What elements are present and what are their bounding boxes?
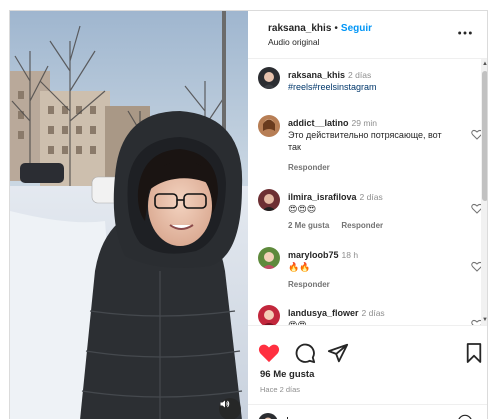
more-horizontal-icon[interactable]	[457, 29, 473, 37]
list-item: landusya_flower 2 días 😍😍	[258, 305, 483, 325]
avatar[interactable]	[258, 305, 280, 325]
reply-button[interactable]: Responder	[288, 280, 330, 289]
caption-text: raksana_khis 2 días #reels#reelsinstagram	[288, 69, 448, 93]
avatar[interactable]	[258, 115, 280, 137]
comment-body: 😍😍😍	[288, 204, 317, 214]
comment-username[interactable]: landusya_flower	[288, 308, 359, 318]
reel-video[interactable]	[10, 11, 248, 419]
list-item: maryloob75 18 h 🔥🔥 Responder	[258, 247, 483, 295]
comment-meta: 2 Me gusta Responder	[288, 221, 395, 230]
comments-scrollbar[interactable]: ▲ ▼	[481, 59, 487, 325]
audio-link[interactable]: Audio original	[268, 37, 320, 47]
scroll-down-arrow-icon[interactable]: ▼	[482, 316, 487, 324]
comment-username[interactable]: raksana_khis	[288, 70, 345, 80]
avatar[interactable]	[258, 247, 280, 269]
comment-input[interactable]	[286, 415, 446, 419]
likes-count[interactable]: 96 Me gusta	[260, 369, 314, 380]
bookmark-icon[interactable]	[465, 342, 483, 364]
comment-composer	[248, 404, 487, 419]
comment-username[interactable]: maryloob75	[288, 250, 339, 260]
comment-meta: Responder	[288, 280, 342, 289]
scroll-up-arrow-icon[interactable]: ▲	[482, 60, 487, 68]
comment-username[interactable]: addict__latino	[288, 118, 349, 128]
comments-list[interactable]: raksana_khis 2 días #reels#reelsinstagram…	[248, 59, 487, 325]
author-username[interactable]: raksana_khis	[268, 23, 331, 34]
comment-text: maryloob75 18 h 🔥🔥	[288, 249, 448, 273]
comment-text: ilmira_israfilova 2 días 😍😍😍	[288, 191, 448, 215]
heart-filled-icon[interactable]	[258, 342, 280, 364]
comment-time: 29 min	[351, 118, 378, 128]
comment-text: addict__latino 29 min Это действительно п…	[288, 117, 448, 153]
header-line: raksana_khis • Seguir	[268, 23, 372, 34]
send-icon[interactable]	[327, 342, 349, 364]
reply-button[interactable]: Responder	[341, 221, 383, 230]
avatar	[258, 413, 278, 419]
comment-icon[interactable]	[294, 342, 316, 364]
comment-time: 2 días	[359, 192, 383, 202]
comment-text: landusya_flower 2 días 😍😍	[288, 307, 448, 325]
likes-count[interactable]: 2 Me gusta	[288, 221, 329, 230]
post-header: raksana_khis • Seguir Audio original	[248, 11, 487, 59]
comment-time: 2 días	[361, 308, 385, 318]
avatar[interactable]	[258, 189, 280, 211]
post-details-panel: raksana_khis • Seguir Audio original raksa…	[248, 11, 487, 419]
mute-toggle[interactable]	[219, 398, 241, 419]
avatar[interactable]	[258, 67, 280, 89]
separator: •	[334, 23, 338, 34]
post-dialog: raksana_khis • Seguir Audio original raksa…	[9, 10, 488, 419]
scrollbar-thumb[interactable]	[482, 71, 487, 201]
video-frame-image	[10, 11, 248, 419]
post-timestamp: Hace 2 días	[260, 385, 301, 394]
post-actions: 96 Me gusta Hace 2 días	[248, 325, 487, 419]
hashtags[interactable]: #reels#reelsinstagram	[288, 81, 448, 93]
comment-time: 18 h	[341, 250, 359, 260]
caption-item: raksana_khis 2 días #reels#reelsinstagram	[258, 67, 473, 107]
comment-body: Это действительно потрясающе, вот так	[288, 130, 442, 152]
comment-time: 2 días	[348, 70, 372, 80]
reply-button[interactable]: Responder	[288, 163, 330, 172]
comment-body: 🔥🔥	[288, 262, 311, 272]
list-item: ilmira_israfilova 2 días 😍😍😍 2 Me gusta Re…	[258, 189, 483, 237]
comment-username[interactable]: ilmira_israfilova	[288, 192, 357, 202]
follow-button[interactable]: Seguir	[341, 23, 372, 34]
emoji-icon[interactable]	[457, 414, 473, 419]
list-item: addict__latino 29 min Это действительно п…	[258, 115, 483, 175]
comment-meta: Responder	[288, 163, 342, 172]
speaker-icon	[220, 400, 230, 408]
